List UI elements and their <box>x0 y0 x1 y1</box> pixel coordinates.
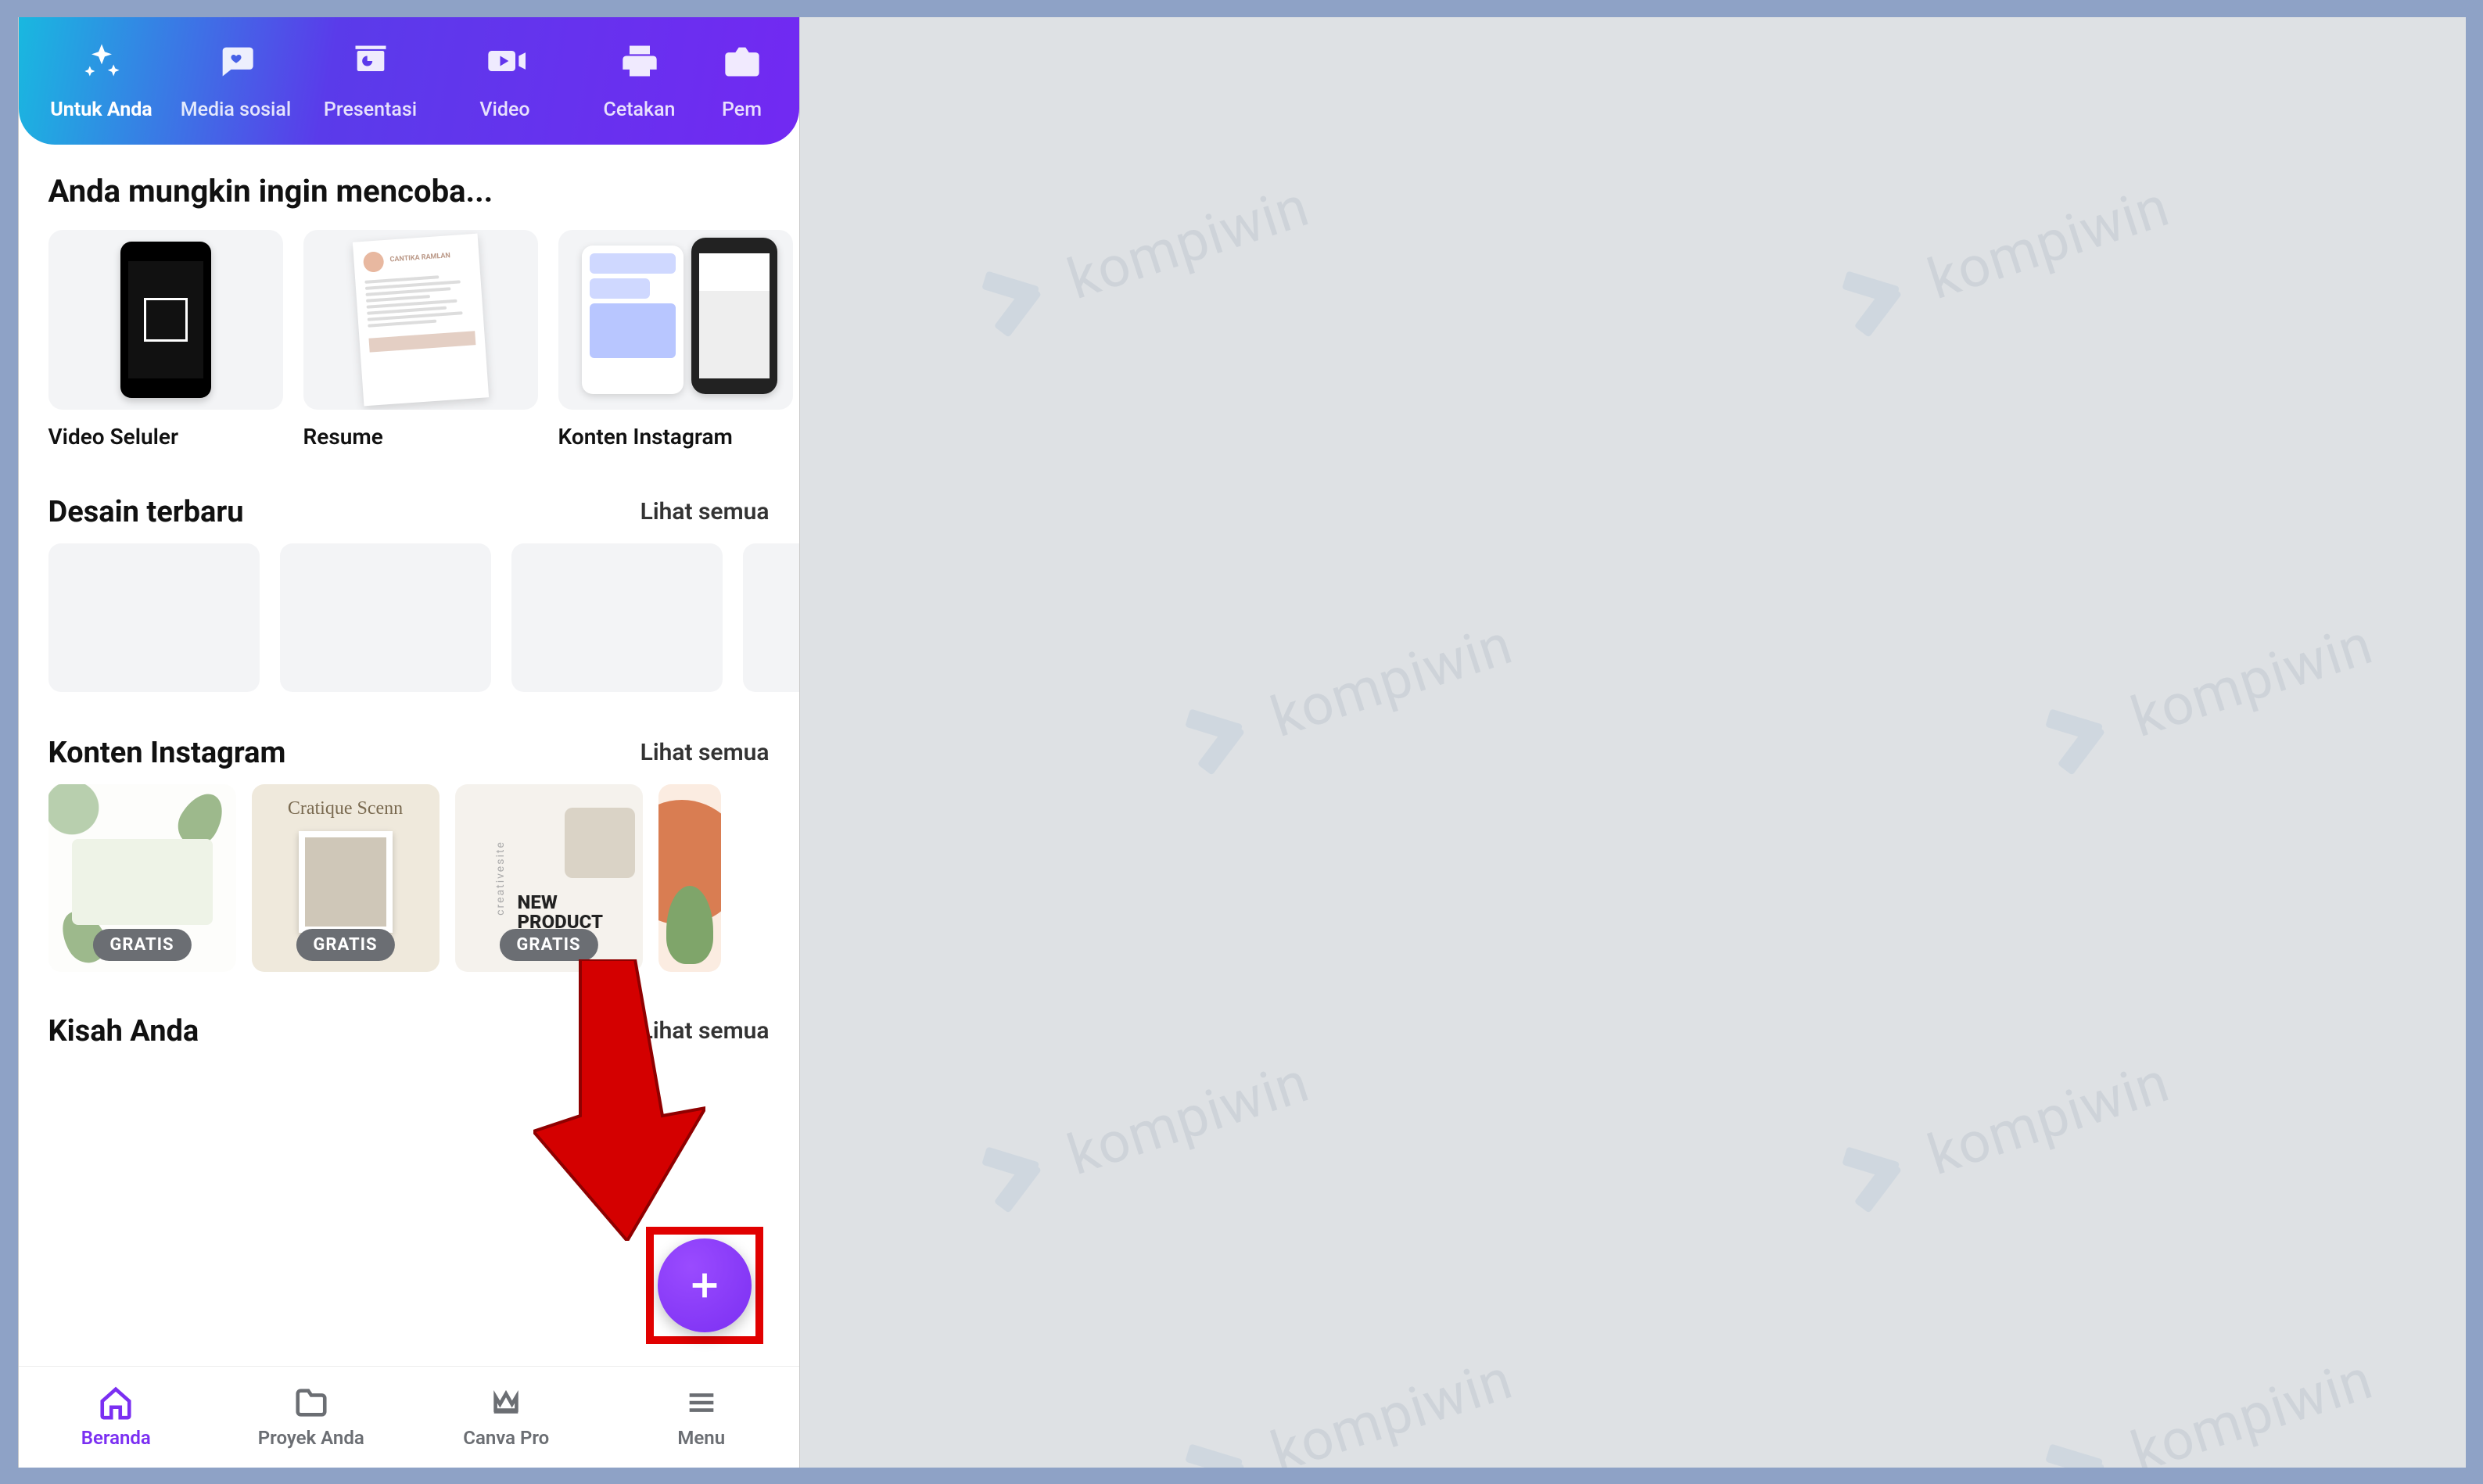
main-content: Anda mungkin ingin mencoba... Video Selu… <box>19 145 799 1048</box>
tab-label: Untuk Anda <box>34 99 169 121</box>
camera-icon <box>707 38 777 84</box>
recent-section-title: Desain terbaru <box>48 495 244 529</box>
instagram-section-title: Konten Instagram <box>48 736 286 770</box>
instagram-template-card[interactable]: creativesite NEWPRODUCT GRATIS <box>455 784 643 972</box>
plus-icon <box>687 1267 723 1303</box>
tab-label: Media sosial <box>169 99 303 121</box>
watermark-text: kompiwin <box>1262 1345 1520 1468</box>
try-card-label: Konten Instagram <box>558 424 793 450</box>
recent-see-all-link[interactable]: Lihat semua <box>640 498 770 525</box>
heart-bubble-icon <box>169 38 303 84</box>
free-badge: GRATIS <box>92 929 191 961</box>
tab-label: Pem <box>707 99 777 121</box>
page-frame: kompiwin kompiwin kompiwin kompiwin komp… <box>18 17 2466 1468</box>
try-thumb: CANTIKA RAMLAN <box>303 230 538 410</box>
try-card-mobile-video[interactable]: Video Seluler <box>48 230 283 450</box>
tab-print[interactable]: Cetakan <box>572 38 707 121</box>
recent-cards-row <box>48 543 770 692</box>
recent-card[interactable] <box>280 543 491 692</box>
tab-social-media[interactable]: Media sosial <box>169 38 303 121</box>
tab-label: Presentasi <box>303 99 438 121</box>
instagram-template-card[interactable]: GRATIS <box>48 784 236 972</box>
nav-menu[interactable]: Menu <box>604 1367 799 1468</box>
watermark-text: kompiwin <box>1059 172 1316 312</box>
tab-for-you[interactable]: Untuk Anda <box>34 38 169 121</box>
app-viewport: Untuk Anda Media sosial Presentasi <box>18 17 800 1468</box>
instagram-cards-row: GRATIS Cratique Scenn GRATIS creativesit… <box>48 784 770 972</box>
annotation-highlight-box <box>646 1227 763 1344</box>
menu-icon <box>684 1385 719 1421</box>
watermark-text: kompiwin <box>1059 1048 1316 1188</box>
try-thumb <box>48 230 283 410</box>
watermark-text: kompiwin <box>1919 1048 2176 1188</box>
try-section-title: Anda mungkin ingin mencoba... <box>48 173 770 210</box>
recent-card[interactable] <box>743 543 799 692</box>
try-card-label: Resume <box>303 424 538 450</box>
try-card-label: Video Seluler <box>48 424 283 450</box>
try-cards-row: Video Seluler CANTIKA RAMLAN Resume <box>48 230 770 450</box>
watermark-text: kompiwin <box>2122 610 2380 750</box>
resume-name: CANTIKA RAMLAN <box>389 253 450 264</box>
tab-label: Video <box>438 99 572 121</box>
try-thumb <box>558 230 793 410</box>
try-card-resume[interactable]: CANTIKA RAMLAN Resume <box>303 230 538 450</box>
header: Untuk Anda Media sosial Presentasi <box>19 17 799 145</box>
video-icon <box>438 38 572 84</box>
home-icon <box>98 1385 134 1421</box>
category-tabs: Untuk Anda Media sosial Presentasi <box>19 38 799 121</box>
tab-presentation[interactable]: Presentasi <box>303 38 438 121</box>
story-see-all-link[interactable]: Lihat semua <box>640 1017 770 1045</box>
try-card-instagram-content[interactable]: Konten Instagram <box>558 230 793 450</box>
template-title: Cratique Scenn <box>252 798 440 819</box>
instagram-template-card[interactable]: Cratique Scenn GRATIS <box>252 784 440 972</box>
watermark-text: kompiwin <box>2122 1345 2380 1468</box>
tab-label: Cetakan <box>572 99 707 121</box>
nav-label: Menu <box>677 1427 725 1449</box>
create-new-button[interactable] <box>658 1238 752 1332</box>
folder-icon <box>293 1385 329 1421</box>
presentation-icon <box>303 38 438 84</box>
watermark-text: kompiwin <box>1262 610 1520 750</box>
free-badge: GRATIS <box>499 929 597 961</box>
bottom-navigation: Beranda Proyek Anda Canva Pro Menu <box>19 1366 799 1468</box>
nav-label: Proyek Anda <box>258 1427 364 1449</box>
instagram-template-card[interactable] <box>658 784 721 972</box>
instagram-see-all-link[interactable]: Lihat semua <box>640 739 770 766</box>
nav-label: Beranda <box>81 1427 151 1449</box>
tab-more[interactable]: Pem <box>707 38 777 121</box>
template-side-text: creativesite <box>493 841 506 916</box>
nav-projects[interactable]: Proyek Anda <box>213 1367 409 1468</box>
tab-video[interactable]: Video <box>438 38 572 121</box>
template-big-text: NEWPRODUCT <box>518 893 603 932</box>
crown-icon <box>488 1385 524 1421</box>
recent-card[interactable] <box>48 543 260 692</box>
sparkle-icon <box>34 38 169 84</box>
printer-icon <box>572 38 707 84</box>
nav-canva-pro[interactable]: Canva Pro <box>409 1367 605 1468</box>
watermark-text: kompiwin <box>1919 172 2176 312</box>
story-section-title: Kisah Anda <box>48 1014 199 1048</box>
nav-home[interactable]: Beranda <box>19 1367 214 1468</box>
nav-label: Canva Pro <box>463 1427 549 1449</box>
recent-card[interactable] <box>511 543 723 692</box>
free-badge: GRATIS <box>296 929 394 961</box>
